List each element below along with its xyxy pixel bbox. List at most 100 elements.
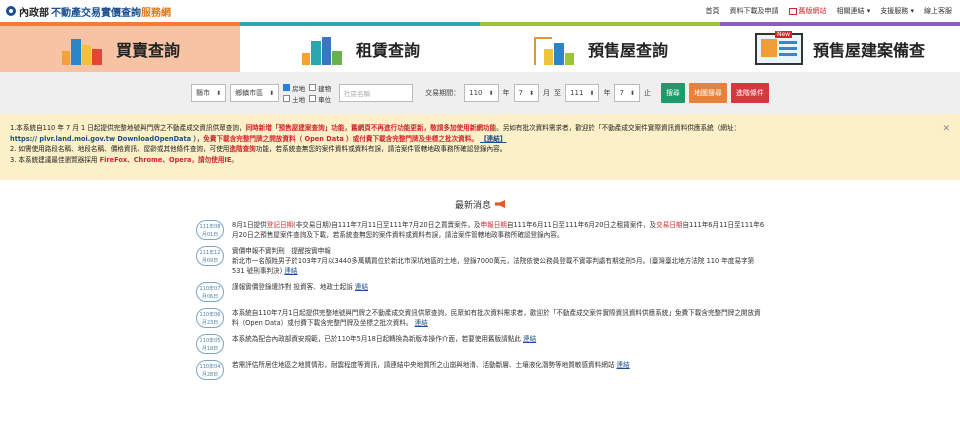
notice-highlight: FireFox、Chrome、Opera xyxy=(99,155,192,164)
tab-presale-label: 預售屋查詢 xyxy=(587,41,668,60)
from-month-select[interactable]: 7 ⬍ xyxy=(513,84,540,102)
news-date-year: 110年07 xyxy=(199,286,221,292)
tab-presale-filing[interactable]: New 預售屋建案備查 xyxy=(720,22,960,72)
news-text-part: 本系統為配合內政部資安規範，已於110年5月18日起轉換為新版本操作介面，若要使… xyxy=(232,335,524,343)
check-land[interactable]: 土地 xyxy=(283,94,305,104)
notice-highlight: ，請勿使用IE xyxy=(191,155,232,164)
news-text: 本系統自110年7月1日起提供完整地號與門牌之不動產成交資訊供眾查詢，民眾如有批… xyxy=(232,308,766,328)
search-button[interactable]: 搜尋 xyxy=(660,83,685,103)
nav-support[interactable]: 支援服務 ▾ xyxy=(880,6,914,16)
news-text: 本系統為配合內政部資安規範，已於110年5月18日起轉換為新版本操作介面，若要使… xyxy=(232,334,536,344)
check-parking[interactable]: 車位 xyxy=(309,94,331,104)
notice-line-3: 2. 如需使用路段名稱、地段名稱、價格資訊、屋齡或其他條件查詢，可使用進階查詢功… xyxy=(10,144,938,155)
top-bar: 內政部 不動產交易實價查詢 服務網 首頁 資料下載及申請 舊版網站 相關連結 ▾… xyxy=(0,0,960,22)
news-link[interactable]: 連結 xyxy=(523,335,536,343)
nav-home[interactable]: 首頁 xyxy=(706,6,720,16)
site-logo[interactable]: 內政部 不動產交易實價查詢 服務網 xyxy=(6,4,171,19)
chevron-down-icon: ⬍ xyxy=(629,89,635,97)
news-date-day: 月23日 xyxy=(201,320,219,326)
advanced-button[interactable]: 進階條件 xyxy=(730,83,769,103)
community-input[interactable]: 社區名稱 xyxy=(339,84,414,102)
city-rent-icon xyxy=(300,33,346,65)
news-text: 實價申報不實判刑 提醒按實申報 新北市一名顏姓男子於103年7月以3440多萬購買… xyxy=(232,246,766,276)
tab-presale[interactable]: 預售屋查詢 xyxy=(480,22,720,72)
notice-text: 3. 本系統建議最佳瀏覽器採用 xyxy=(10,155,100,164)
nav-download[interactable]: 資料下載及申請 xyxy=(730,6,779,16)
nav-links[interactable]: 相關連結 ▾ xyxy=(837,6,871,16)
city-sale-icon xyxy=(60,33,106,65)
news-list: 111年08 月01日 8月1日提供登記日期(非交易日期)自111年7月11日至11… xyxy=(196,220,766,380)
news-text-part: 交易日期 xyxy=(656,221,683,229)
news-link[interactable]: 連結 xyxy=(284,267,297,275)
notice-url: https:// plvr.land.moi.gov.tw DownloadOp… xyxy=(10,134,197,143)
news-link[interactable]: 連結 xyxy=(355,283,368,291)
news-link[interactable]: 連結 xyxy=(617,361,630,369)
close-icon[interactable]: ✕ xyxy=(942,124,950,135)
notice-line-1: 1.本系統自110 年 7 月 1 日起提供完整地號與門牌之不動產成交資訊供眾查… xyxy=(10,123,938,134)
checkbox-icon xyxy=(283,84,291,91)
site-name: 不動產交易實價查詢 xyxy=(51,7,141,19)
chevron-down-icon: ⬍ xyxy=(589,89,595,97)
news-text-part: 謹報實價登錄遭詐對 投資客、地政士起訴 xyxy=(232,283,355,291)
news-date-day: 月01日 xyxy=(201,232,219,238)
news-date-year: 110年04 xyxy=(199,364,221,370)
notice-line-2: https:// plvr.land.moi.gov.tw DownloadOp… xyxy=(10,134,938,145)
news-date: 110年06 月23日 xyxy=(196,308,224,328)
news-text-part: 本系統自110年7月1日起提供完整地號與門牌之不動產成交資訊供眾查詢，民眾如有批… xyxy=(232,309,761,327)
top-nav: 首頁 資料下載及申請 舊版網站 相關連結 ▾ 支援服務 ▾ 線上客服 xyxy=(706,0,953,22)
news-date-year: 111年12 xyxy=(199,250,221,256)
news-text-part: 自111年6月11日至111年6月20日之租賃案件，及 xyxy=(506,221,657,229)
nav-service[interactable]: 線上客服 xyxy=(924,6,952,16)
check-building[interactable]: 建物 xyxy=(309,83,331,93)
tab-sale[interactable]: 買賣查詢 xyxy=(0,22,240,72)
news-date: 111年12 月09日 xyxy=(196,246,224,266)
unit-year: 年 xyxy=(502,89,510,97)
until-word: 止 xyxy=(643,89,651,97)
county-select[interactable]: 縣市 ⬍ xyxy=(191,84,227,102)
news-item: 110年07 月06日 謹報實價登錄遭詐對 投資客、地政士起訴 連結 xyxy=(196,282,766,302)
notice-text: 。 xyxy=(231,155,238,164)
news-item: 110年05 月18日 本系統為配合內政部資安規範，已於110年5月18日起轉換為新… xyxy=(196,334,766,354)
notice-highlight: 進階查詢 xyxy=(229,145,256,153)
from-month-value: 7 xyxy=(518,89,523,97)
checkbox-icon xyxy=(283,95,291,102)
external-link-icon xyxy=(788,7,797,15)
tab-sale-label: 買賣查詢 xyxy=(115,41,180,60)
chevron-down-icon: ⬍ xyxy=(269,89,275,97)
notice-text: 2. 如需使用路段名稱、地段名稱、價格資訊、屋齡或其他條件查詢，可使用 xyxy=(10,145,230,153)
news-date-day: 月28日 xyxy=(201,372,219,378)
to-month-select[interactable]: 7 ⬍ xyxy=(614,84,640,102)
unit-month: 月 xyxy=(543,89,551,97)
news-date: 110年05 月18日 xyxy=(196,334,224,354)
notice-highlight: 同時新增「預售屋建案查詢」功能，舊網頁不再進行功能更新，敬請多加使用新網功能 xyxy=(245,124,497,132)
tab-rent[interactable]: 租賃查詢 xyxy=(240,22,480,72)
map-search-button[interactable]: 地圖搜尋 xyxy=(688,83,727,103)
news-item: 111年12 月09日 實價申報不實判刑 提醒按實申報 新北市一名顏姓男子於103年7… xyxy=(196,246,766,276)
type-checkboxes: 房地 建物 土地 車位 xyxy=(283,83,331,104)
news-date-year: 110年06 xyxy=(199,312,221,318)
new-badge: New xyxy=(774,31,793,38)
check-label: 車位 xyxy=(318,95,332,104)
news-text-part: 登記日期 xyxy=(266,221,294,229)
check-label: 建物 xyxy=(318,84,332,93)
to-year-select[interactable]: 111 ⬍ xyxy=(565,84,600,102)
nav-old-site[interactable]: 舊版網站 xyxy=(788,6,827,16)
news-heading: 最新消息 xyxy=(0,194,960,214)
news-text-part: 新北市一名顏姓男子於103年7月以3440多萬購買位於新北市深坑地區的土地，登錄… xyxy=(232,257,755,275)
news-text: 若需評估所居住地區之地質情形，耐震程度等資訊，請連結中央地質所之山崩與地滑、活動… xyxy=(232,360,630,370)
news-text-part: 8月1日提供 xyxy=(232,221,267,229)
search-bar: 縣市 ⬍ 鄉鎮市區 ⬍ 房地 建物 土地 車位 社區名稱 交易期間： 110 ⬍ 年 … xyxy=(0,72,960,114)
news-link[interactable]: 連結 xyxy=(415,319,428,327)
billboard-icon: New xyxy=(754,31,803,65)
district-value: 鄉鎮市區 xyxy=(235,89,264,97)
district-select[interactable]: 鄉鎮市區 ⬍ xyxy=(230,84,280,102)
notice-link[interactable]: 【連結】 xyxy=(480,135,506,143)
to-year-value: 111 xyxy=(570,89,584,97)
news-date: 111年08 月01日 xyxy=(196,220,224,240)
check-land-building[interactable]: 房地 xyxy=(283,83,305,93)
news-text: 8月1日提供登記日期(非交易日期)自111年7月11日至111年7月20日之買賣… xyxy=(232,220,766,240)
checkbox-icon xyxy=(309,84,317,91)
check-label: 土地 xyxy=(292,95,306,104)
from-year-select[interactable]: 110 ⬍ xyxy=(464,84,499,102)
nav-old-site-label: 舊版網站 xyxy=(798,7,827,15)
